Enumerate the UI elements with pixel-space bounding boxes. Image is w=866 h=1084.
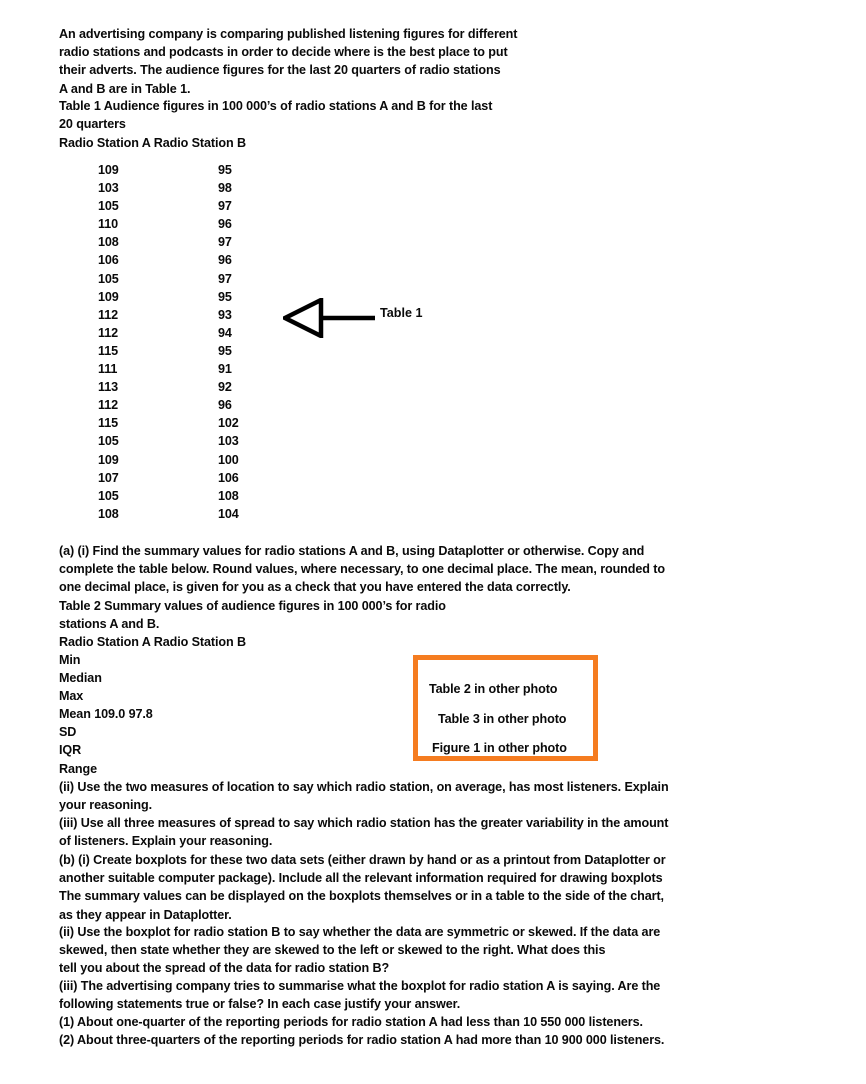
table-row: 115 102 [98,414,318,432]
cell-station-a: 105 [98,271,119,286]
question-a-i: (a) (i) Find the summary values for radi… [59,544,665,595]
summary-row-range: Range [59,761,97,776]
cell-station-b: 96 [218,253,232,268]
cell-station-b: 96 [218,217,232,232]
cell-station-a: 105 [98,488,119,503]
question-b-iii: (iii) The advertising company tries to s… [59,979,661,1012]
cell-station-a: 108 [98,235,119,250]
summary-row-iqr: IQR [59,743,82,758]
cell-station-b: 95 [218,289,232,304]
table2-caption: Table 2 Summary values of audience figur… [59,599,446,632]
left-arrow-outline-icon [279,296,375,340]
question-a-iii: (iii) Use all three measures of spread t… [59,816,669,849]
cell-station-a: 109 [98,452,119,467]
table1-arrow-annotation: Table 1 [279,296,443,340]
cell-station-a: 112 [98,307,119,322]
cell-station-b: 102 [218,416,239,431]
table-row: 112 96 [98,396,318,414]
document-page: An advertising company is comparing publ… [0,0,866,1084]
cell-station-b: 91 [218,362,232,377]
cell-station-b: 95 [218,343,232,358]
table-row: 106 96 [98,251,318,269]
callout-line-table3: Table 3 in other photo [438,712,567,726]
cell-station-b: 97 [218,199,232,214]
cell-station-b: 94 [218,325,232,340]
cell-station-a: 106 [98,253,119,268]
table-row: 115 95 [98,342,318,360]
table-row: 113 92 [98,378,318,396]
table2-summary-rows: Min Median Max Mean 109.0 97.8 SD IQR Range [59,651,359,778]
cell-station-a: 103 [98,181,119,196]
table-row: 105 97 [98,197,318,215]
cell-station-a: 108 [98,506,119,521]
cell-station-a: 112 [98,398,119,413]
arrow-label: Table 1 [380,306,423,320]
cell-station-b: 103 [218,434,239,449]
summary-row-min: Min [59,653,81,667]
callout-line-table2: Table 2 in other photo [429,682,558,696]
table-row: 105 108 [98,487,318,505]
table1-column-header: Radio Station A Radio Station B [59,136,246,150]
table-row: 108 104 [98,505,318,523]
table-row: 107 106 [98,469,318,487]
cell-station-b: 108 [218,488,239,503]
table1-data: 109 95 103 98 105 97 110 96 108 97 106 96 105 97 109 95… [98,161,318,523]
summary-row-median: Median [59,671,102,686]
cell-station-b: 95 [218,163,232,177]
cell-station-a: 113 [98,380,119,395]
question-a-ii: (ii) Use the two measures of location to… [59,780,669,813]
table-row: 108 97 [98,233,318,251]
cell-station-a: 115 [98,343,119,358]
cell-station-a: 109 [98,163,119,177]
table-row: 110 96 [98,215,318,233]
table1-caption: Table 1 Audience figures in 100 000’s of… [59,99,493,132]
summary-row-max: Max [59,689,84,704]
table-row: 109 100 [98,451,318,469]
intro-paragraph: An advertising company is comparing publ… [59,27,518,96]
cell-station-a: 105 [98,434,119,449]
cell-station-b: 92 [218,380,232,395]
other-photo-callout: Table 2 in other photo Table 3 in other … [413,655,598,761]
table-row: 103 98 [98,179,318,197]
cell-station-a: 111 [98,362,118,377]
table-row: 111 91 [98,360,318,378]
cell-station-a: 105 [98,199,119,214]
statement-2: (2) About three-quarters of the reportin… [59,1033,665,1047]
cell-station-b: 100 [218,452,239,467]
cell-station-a: 107 [98,470,119,485]
summary-row-sd: SD [59,725,77,740]
cell-station-b: 104 [218,506,239,521]
summary-row-mean: Mean 109.0 97.8 [59,707,153,722]
question-b-i: (b) (i) Create boxplots for these two da… [59,853,666,922]
cell-station-b: 106 [218,470,239,485]
callout-line-figure1: Figure 1 in other photo [432,741,567,755]
table-row: 105 97 [98,270,318,288]
cell-station-a: 115 [98,416,119,431]
cell-station-b: 97 [218,271,232,286]
cell-station-a: 110 [98,217,119,232]
cell-station-b: 97 [218,235,232,250]
question-b-ii: (ii) Use the boxplot for radio station B… [59,925,661,976]
cell-station-b: 93 [218,307,232,322]
statement-1: (1) About one-quarter of the reporting p… [59,1015,643,1029]
cell-station-b: 98 [218,181,232,196]
cell-station-b: 96 [218,398,232,413]
table-row: 109 95 [98,161,318,179]
cell-station-a: 112 [98,325,119,340]
cell-station-a: 109 [98,289,119,304]
table2-column-header: Radio Station A Radio Station B [59,635,246,649]
table-row: 105 103 [98,432,318,450]
